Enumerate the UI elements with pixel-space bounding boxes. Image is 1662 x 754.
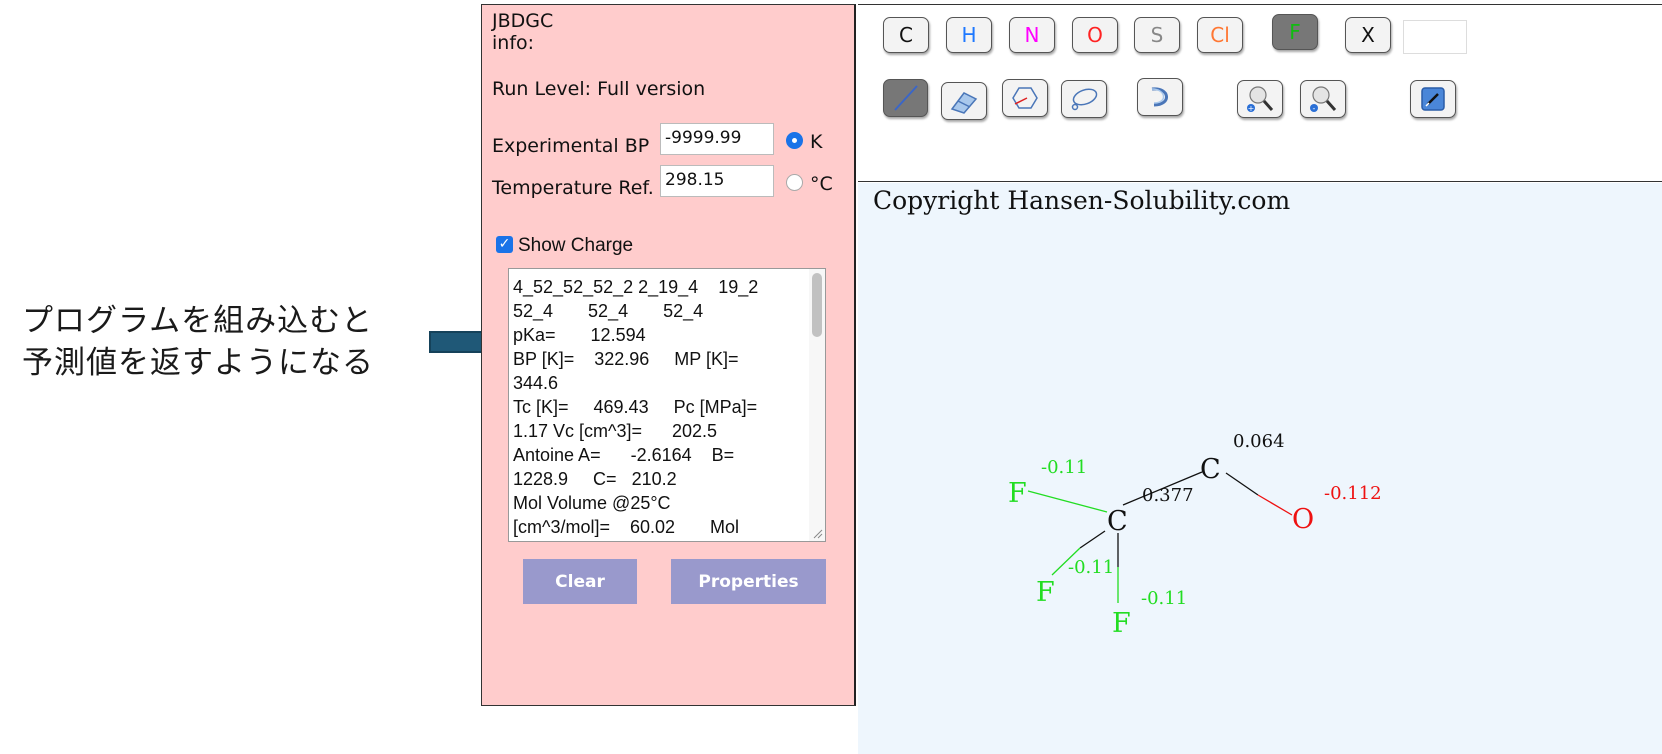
result-line: pKa= 12.594	[513, 325, 646, 345]
charge-f1: -0.11	[1041, 457, 1087, 478]
element-label: C	[899, 23, 913, 47]
show-charge-checkbox[interactable]: ✓	[496, 236, 513, 253]
zoom-in-icon: +	[1247, 86, 1274, 113]
result-line: Antoine A= -2.6164 B=	[513, 445, 735, 465]
svg-text:+: +	[1248, 104, 1255, 113]
element-button-cl[interactable]: Cl	[1197, 17, 1243, 53]
result-line: Volume @BP [cm^3/mol]= ...	[513, 539, 809, 541]
atom-f2[interactable]: F	[1036, 577, 1055, 608]
ring-icon	[1012, 87, 1038, 109]
result-line: 1.17 Vc [cm^3]= 202.5	[513, 421, 718, 441]
charge-o: -0.112	[1324, 483, 1382, 504]
bond-c2-o	[1225, 472, 1259, 496]
result-line: 4_52_52_52_2 2_19_4 19_2	[513, 277, 759, 297]
bond-c1-f2	[1079, 530, 1106, 549]
charge-f3: -0.11	[1141, 588, 1187, 609]
app-name: JBDGC	[492, 10, 554, 32]
experimental-bp-label: Experimental BP	[492, 135, 650, 157]
results-textarea[interactable]: 4_52_52_52_2 2_19_4 19_2 52_4 52_4 52_4 pK…	[508, 268, 826, 542]
element-label: F	[1289, 20, 1301, 44]
bond-f1-c1	[1027, 490, 1108, 513]
unit-k-label: K	[810, 131, 823, 153]
element-label: Cl	[1210, 23, 1230, 47]
result-line: 344.6	[513, 373, 559, 393]
undo-icon	[1151, 87, 1168, 107]
info-label: info:	[492, 32, 535, 54]
element-button-s[interactable]: S	[1134, 17, 1180, 53]
atom-o[interactable]: O	[1292, 504, 1314, 535]
charge-f2: -0.11	[1068, 557, 1114, 578]
result-line: [cm^3/mol]= 60.02 Mol	[513, 517, 740, 537]
results-scrollbar[interactable]	[809, 269, 825, 541]
element-button-h[interactable]: H	[946, 17, 992, 53]
molecule-drawing[interactable]: C C O F F F 0.377 0.064 -0.112 -0.11 -0.…	[858, 183, 1662, 754]
show-charge-label: Show Charge	[518, 235, 634, 256]
eraser-icon	[950, 92, 978, 114]
element-button-x[interactable]: X	[1345, 17, 1391, 53]
annotation-text: プログラムを組み込むと 予測値を返すようになる	[22, 300, 422, 384]
bond-c2-o-red	[1257, 494, 1293, 516]
lasso-icon	[1071, 88, 1098, 111]
draw-bond-button[interactable]	[883, 79, 928, 117]
edit-button[interactable]	[1410, 80, 1456, 118]
temperature-ref-label: Temperature Ref.	[492, 177, 654, 199]
annotation-line-1: プログラムを組み込むと	[22, 303, 374, 339]
result-line: Tc [K]= 469.43 Pc [MPa]=	[513, 397, 758, 417]
atom-f3[interactable]: F	[1112, 608, 1131, 639]
experimental-bp-input[interactable]: -9999.99	[660, 123, 774, 155]
zoom-out-icon: -	[1310, 86, 1337, 113]
zoom-in-button[interactable]: +	[1237, 80, 1283, 118]
pencil-icon	[893, 85, 918, 111]
properties-button[interactable]: Properties	[671, 559, 826, 604]
unit-k-radio[interactable]	[786, 132, 803, 149]
edit-icon	[1421, 87, 1445, 111]
charge-c2: 0.064	[1233, 431, 1285, 452]
element-label: O	[1087, 23, 1103, 47]
ring-button[interactable]	[1002, 79, 1048, 117]
element-label: X	[1361, 23, 1375, 47]
element-button-n[interactable]: N	[1009, 17, 1055, 53]
temperature-ref-input[interactable]: 298.15	[660, 165, 774, 197]
run-level: Run Level: Full version	[492, 78, 706, 100]
element-label: H	[961, 23, 977, 47]
results-text: 4_52_52_52_2 2_19_4 19_2 52_4 52_4 52_4 pK…	[513, 275, 809, 541]
panel-title: JBDGC info:	[492, 10, 553, 54]
svg-text:-: -	[1313, 104, 1316, 113]
clear-button[interactable]: Clear	[523, 559, 637, 604]
unit-c-radio[interactable]	[786, 174, 803, 191]
charge-c1: 0.377	[1142, 485, 1194, 506]
result-line: BP [K]= 322.96 MP [K]=	[513, 349, 739, 369]
atom-c1[interactable]: C	[1107, 506, 1128, 537]
atom-c2[interactable]: C	[1200, 454, 1221, 485]
element-button-c[interactable]: C	[883, 17, 929, 53]
eraser-button[interactable]	[941, 82, 987, 120]
element-button-o[interactable]: O	[1072, 17, 1118, 53]
undo-button[interactable]	[1137, 78, 1183, 116]
element-label: S	[1150, 23, 1164, 47]
element-button-f[interactable]: F	[1272, 14, 1318, 50]
scroll-thumb[interactable]	[812, 273, 822, 337]
result-line: 52_4 52_4 52_4	[513, 301, 704, 321]
resize-handle-icon[interactable]	[813, 529, 823, 539]
element-input[interactable]	[1403, 20, 1467, 54]
lasso-button[interactable]	[1061, 80, 1107, 118]
result-line: 1228.9 C= 210.2	[513, 469, 677, 489]
element-label: N	[1024, 23, 1040, 47]
result-line: Mol Volume @25°C	[513, 493, 671, 513]
zoom-out-button[interactable]: -	[1300, 80, 1346, 118]
unit-c-label: °C	[810, 173, 833, 195]
annotation-line-2: 予測値を返すようになる	[22, 345, 374, 381]
atom-f1[interactable]: F	[1008, 478, 1027, 509]
